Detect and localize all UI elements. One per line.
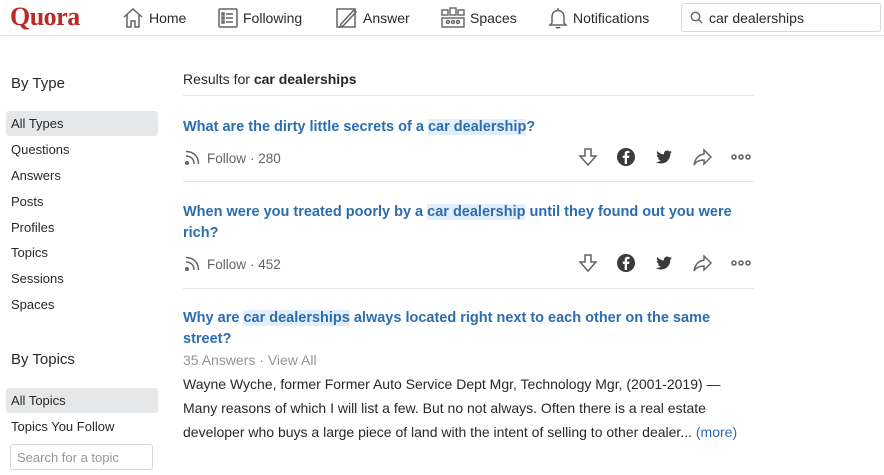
answer-count-link[interactable]: 35 Answers · View All (183, 352, 317, 368)
title-text: ? (526, 119, 536, 135)
spaces-icon (441, 7, 465, 28)
filter-sessions[interactable]: Sessions (6, 266, 158, 291)
more-options-button[interactable] (730, 253, 768, 273)
filter-topics-you-follow[interactable]: Topics You Follow (6, 414, 158, 439)
follow-count: · 452 (250, 256, 281, 272)
question-title-link[interactable]: When were you treated poorly by a car de… (183, 202, 753, 244)
question-title-link[interactable]: What are the dirty little secrets of a c… (183, 117, 753, 138)
results-heading: Results for car dealerships (183, 71, 357, 87)
more-link[interactable]: (more) (696, 424, 737, 440)
downvote-button[interactable] (578, 147, 616, 167)
nav-spaces[interactable]: Spaces (440, 0, 517, 36)
nav-following-label: Following (243, 10, 303, 26)
downvote-button[interactable] (578, 253, 616, 273)
follow-count: · 280 (250, 150, 281, 166)
facebook-icon (617, 148, 635, 166)
filter-answers[interactable]: Answers (6, 163, 158, 188)
share-icon (693, 148, 712, 166)
nav-home-label: Home (149, 10, 187, 26)
rss-icon (184, 256, 200, 272)
nav-spaces-label: Spaces (470, 10, 517, 26)
share-button[interactable] (692, 253, 730, 273)
bell-icon (548, 8, 568, 29)
divider (183, 288, 754, 289)
filter-profiles[interactable]: Profiles (6, 215, 158, 240)
results-prefix: Results for (183, 71, 250, 87)
divider (183, 95, 754, 96)
share-icon (693, 254, 712, 272)
twitter-share-button[interactable] (654, 253, 692, 273)
nav-notifications[interactable]: Notifications (547, 0, 649, 36)
more-icon (731, 154, 751, 160)
answer-icon (336, 8, 358, 29)
nav-following[interactable]: Following (217, 0, 302, 36)
filter-all-topics[interactable]: All Topics (6, 388, 158, 413)
more-options-button[interactable] (730, 147, 768, 167)
share-button[interactable] (692, 147, 730, 167)
answer-text: Wayne Wyche, former Former Auto Service … (183, 376, 721, 440)
follow-label: Follow (207, 150, 247, 166)
question-title-link[interactable]: Why are car dealerships always located r… (183, 308, 753, 350)
answer-snippet[interactable]: Wayne Wyche, former Former Auto Service … (183, 372, 748, 444)
title-highlight: car dealerships (243, 310, 350, 326)
search-input[interactable]: car dealerships (681, 3, 881, 32)
search-icon (690, 11, 703, 24)
downvote-icon (578, 254, 598, 273)
twitter-share-button[interactable] (654, 147, 692, 167)
title-text: Why are (183, 310, 244, 326)
nav-answer-label: Answer (363, 10, 410, 26)
nav-notifications-label: Notifications (573, 10, 650, 26)
follow-label: Follow (207, 256, 247, 272)
results-query: car dealerships (253, 71, 357, 87)
filter-all-types[interactable]: All Types (6, 111, 158, 136)
nav-answer[interactable]: Answer (335, 0, 410, 36)
follow-button[interactable]: Follow · 452 (183, 254, 281, 274)
downvote-icon (578, 148, 598, 167)
topic-search-input[interactable] (10, 444, 153, 470)
search-value: car dealerships (709, 9, 804, 26)
more-icon (731, 260, 751, 266)
quora-logo[interactable]: Quora (10, 2, 80, 32)
by-topics-heading: By Topics (11, 351, 75, 368)
facebook-icon (617, 254, 635, 272)
follow-button[interactable]: Follow · 280 (183, 148, 281, 168)
filter-spaces[interactable]: Spaces (6, 292, 158, 317)
title-highlight: car dealership (427, 204, 526, 220)
twitter-icon (655, 150, 672, 164)
filter-topics[interactable]: Topics (6, 240, 158, 265)
top-nav-bar: Quora Home Following Answer Spaces Notif… (0, 0, 884, 36)
filter-questions[interactable]: Questions (6, 137, 158, 162)
following-icon (218, 8, 238, 28)
facebook-share-button[interactable] (616, 147, 654, 167)
title-highlight: car dealership (427, 119, 527, 135)
by-type-heading: By Type (11, 75, 65, 92)
rss-icon (184, 150, 200, 166)
title-text: What are the dirty little secrets of a (183, 119, 428, 135)
twitter-icon (655, 256, 672, 270)
action-bar (578, 253, 768, 273)
filter-posts[interactable]: Posts (6, 189, 158, 214)
home-icon (123, 7, 143, 28)
nav-home[interactable]: Home (121, 0, 186, 36)
action-bar (578, 147, 768, 167)
facebook-share-button[interactable] (616, 253, 654, 273)
title-text: When were you treated poorly by a (183, 204, 428, 220)
divider (183, 181, 754, 182)
